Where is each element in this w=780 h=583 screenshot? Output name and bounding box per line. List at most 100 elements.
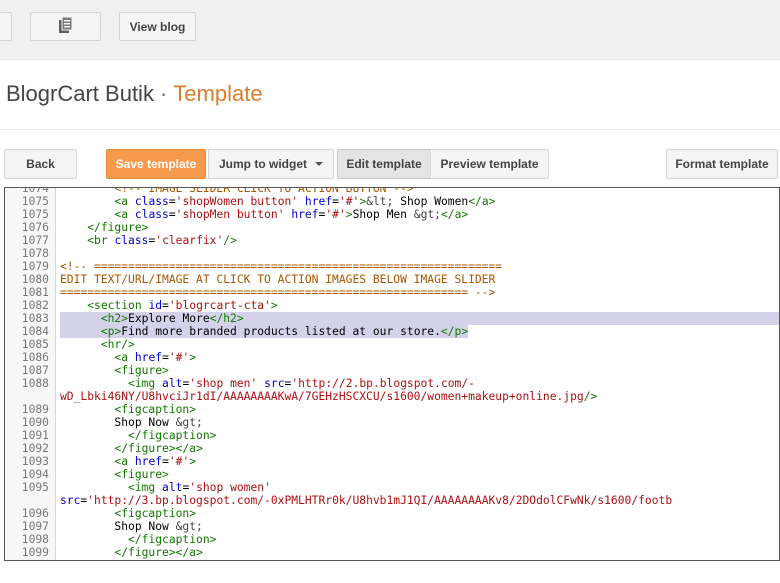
divider (0, 129, 780, 130)
line-number: 1100 (5, 559, 49, 560)
code-line[interactable]: 1083 <h2>Explore More</h2> (5, 312, 779, 325)
code-text: </figcaption> (128, 429, 217, 442)
line-number: 1088 (21, 377, 49, 390)
code-line[interactable]: 1095 <img alt='shop women' (5, 481, 779, 494)
code-line[interactable]: 1074 <!-- IMAGE SLIDER CLICK TO ACTION B… (5, 187, 779, 195)
code-line[interactable]: 1082 <section id='blogrcart-cta'> (5, 299, 779, 312)
code-text: </figure></a> (114, 442, 203, 455)
code-line[interactable]: 1099 </figure></a> (5, 546, 779, 559)
code-text: Shop Now &gt; (60, 520, 203, 533)
line-number: 1080 (21, 273, 49, 286)
preview-template-button[interactable]: Preview template (430, 149, 549, 179)
view-blog-button[interactable]: View blog (119, 12, 196, 41)
back-button[interactable]: Back (4, 149, 77, 179)
line-number: 1086 (21, 351, 49, 364)
line-number: 1095 (21, 481, 49, 494)
section-title: Template (173, 81, 263, 106)
code-text: <a class='shopMen button' href='#'>Shop … (114, 208, 469, 221)
line-number: 1081 (21, 286, 49, 299)
line-number: 1087 (21, 364, 49, 377)
code-line[interactable]: 1092 </figure></a> (5, 442, 779, 455)
code-text: <a class='shopWomen button' href='#'>&lt… (114, 195, 496, 208)
line-number: 1085 (21, 338, 49, 351)
line-number: 1090 (21, 416, 49, 429)
save-template-button[interactable]: Save template (106, 149, 206, 179)
format-template-button[interactable]: Format template (666, 149, 778, 179)
code-line[interactable]: 1087 <figure> (5, 364, 779, 377)
code-text: <h2>Explore More</h2> (60, 312, 779, 325)
page-title: BlogrCart Butik · Template (6, 81, 263, 107)
line-number: 1079 (21, 260, 49, 273)
code-text: <figure> (114, 468, 169, 481)
code-text: <!-- ===================================… (60, 260, 503, 273)
code-text: </figcaption> (128, 533, 217, 546)
line-number: 1091 (21, 429, 49, 442)
code-line[interactable]: wD_Lbki46NY/U8hvciJr1dI/AAAAAAAAKwA/7GEH… (5, 390, 779, 403)
code-line[interactable]: 1080 EDIT TEXT/URL/IMAGE AT CLICK TO ACTI… (5, 273, 779, 286)
menu-button[interactable] (0, 12, 12, 41)
line-number: 1096 (21, 507, 49, 520)
jump-to-widget-label: Jump to widget (219, 157, 307, 171)
code-text: <p>Find more branded products listed at … (60, 325, 469, 338)
code-text: <figcaption> (114, 403, 197, 416)
line-number: 1074 (21, 187, 49, 195)
code-line[interactable]: 1075 <a class='shopWomen button' href='#… (5, 195, 779, 208)
line-number: 1099 (21, 546, 49, 559)
code-editor[interactable]: 1074 <!-- IMAGE SLIDER CLICK TO ACTION B… (4, 187, 780, 561)
chevron-down-icon (315, 162, 323, 166)
code-text: src='http://3.bp.blogspot.com/-0xPMLHTRr… (60, 494, 673, 507)
line-number: 1082 (21, 299, 49, 312)
code-line[interactable]: 1097 Shop Now &gt; (5, 520, 779, 533)
line-number: 1077 (21, 234, 49, 247)
code-line[interactable]: 1085 <hr/> (5, 338, 779, 351)
line-number: 1076 (21, 221, 49, 234)
code-line[interactable]: 1086 <a href='#'> (5, 351, 779, 364)
code-line[interactable]: 1084 <p>Find more branded products liste… (5, 325, 779, 338)
code-line[interactable]: 1076 </figure> (5, 221, 779, 234)
jump-to-widget-dropdown[interactable]: Jump to widget (208, 149, 334, 179)
line-number: 1094 (21, 468, 49, 481)
code-line[interactable]: 1081 ====================================… (5, 286, 779, 299)
code-line[interactable]: src='http://3.bp.blogspot.com/-0xPMLHTRr… (5, 494, 779, 507)
code-text: EDIT TEXT/URL/IMAGE AT CLICK TO ACTION I… (60, 273, 496, 286)
code-text: <a href='#'> (114, 455, 197, 468)
code-line[interactable]: 1093 <a href='#'> (5, 455, 779, 468)
code-text: <hr/> (100, 338, 135, 351)
code-line[interactable]: 1100 <a href='#'> (5, 559, 779, 560)
code-text: <figure> (114, 364, 169, 377)
line-number: 1092 (21, 442, 49, 455)
line-number: 1075 (21, 208, 49, 221)
line-number: 1089 (21, 403, 49, 416)
code-line[interactable]: 1089 <figcaption> (5, 403, 779, 416)
code-line[interactable]: 1090 Shop Now &gt; (5, 416, 779, 429)
line-number: 1098 (21, 533, 49, 546)
line-number: 1075 (21, 195, 49, 208)
line-number: 1093 (21, 455, 49, 468)
code-text: <img alt='shop women' (128, 481, 271, 494)
code-lines: 1074 <!-- IMAGE SLIDER CLICK TO ACTION B… (5, 187, 779, 560)
code-text: <section id='blogrcart-cta'> (87, 299, 278, 312)
top-bar: View blog (0, 0, 780, 60)
line-number: 1097 (21, 520, 49, 533)
line-number: 1078 (21, 247, 49, 260)
code-line[interactable]: 1091 </figcaption> (5, 429, 779, 442)
pages-button[interactable] (30, 12, 101, 41)
code-line[interactable]: 1088 <img alt='shop men' src='http://2.b… (5, 377, 779, 390)
code-line[interactable]: 1078 (5, 247, 779, 260)
code-text: ========================================… (60, 286, 496, 299)
code-line[interactable]: 1079 <!-- ===============================… (5, 260, 779, 273)
line-number: 1083 (21, 312, 49, 325)
code-text: <a href='#'> (60, 559, 196, 560)
code-line[interactable]: 1075 <a class='shopMen button' href='#'>… (5, 208, 779, 221)
code-text: </figure></a> (114, 546, 203, 559)
edit-template-button[interactable]: Edit template (337, 149, 431, 179)
code-line[interactable]: 1094 <figure> (5, 468, 779, 481)
title-separator: · (159, 81, 168, 106)
code-line[interactable]: 1098 </figcaption> (5, 533, 779, 546)
code-line[interactable]: 1077 <br class='clearfix'/> (5, 234, 779, 247)
code-line[interactable]: 1096 <figcaption> (5, 507, 779, 520)
code-text: Shop Now &gt; (60, 416, 203, 429)
code-text: <a href='#'> (114, 351, 197, 364)
code-text: <br class='clearfix'/> (87, 234, 237, 247)
line-number: 1084 (21, 325, 49, 338)
